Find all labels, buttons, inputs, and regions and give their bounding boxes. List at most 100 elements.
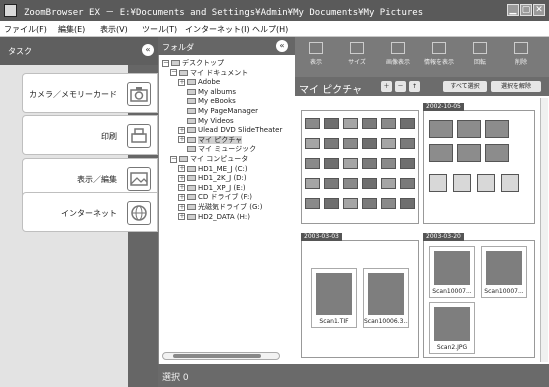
thumbnail[interactable] (305, 158, 320, 169)
up-folder-button[interactable]: ↑ (409, 81, 420, 92)
folder-tree-item[interactable]: ＋ HD2_DATA (H:) (178, 213, 250, 222)
select-all-button[interactable]: すべて選択 (443, 81, 487, 92)
menu-internet[interactable]: インターネット(I) (185, 24, 250, 35)
thumbnail[interactable] (362, 118, 377, 129)
folder-tree-item[interactable]: － デスクトップ (162, 59, 224, 68)
thumbnail[interactable] (305, 118, 320, 129)
folder-tree-item[interactable]: ＋ HD1_2K_J (D:) (178, 174, 247, 183)
folder-tree-item[interactable]: ＋ HD1_ME_J (C:) (178, 165, 248, 174)
collapse-node-icon[interactable]: － (162, 59, 169, 67)
folder-tree-item[interactable]: ＋ 光磁気ドライブ (G:) (178, 203, 262, 212)
task-print-button[interactable]: 印刷 (22, 115, 158, 155)
thumbnail[interactable]: Scan10007... (429, 246, 475, 298)
thumbnail[interactable] (343, 178, 358, 189)
thumbnail[interactable] (485, 144, 509, 162)
thumbnail[interactable] (381, 178, 396, 189)
thumbnail[interactable] (400, 138, 415, 149)
thumbnail[interactable]: Scan2.JPG (429, 302, 475, 354)
thumbnail[interactable]: Scan1.TIF (311, 268, 357, 328)
thumbnail[interactable] (343, 138, 358, 149)
maximize-button[interactable]: ▢ (520, 4, 532, 16)
collapse-node-icon[interactable]: － (170, 155, 177, 163)
toolbar-delete-button[interactable]: 削除 (506, 40, 536, 74)
thumbnail[interactable] (457, 144, 481, 162)
thumbnail[interactable] (343, 118, 358, 129)
thumbnail[interactable] (477, 174, 495, 192)
folder-tree-item[interactable]: ＋ CD ドライブ (F:) (178, 193, 252, 202)
expand-node-icon[interactable]: ＋ (178, 193, 185, 201)
menu-edit[interactable]: 編集(E) (58, 24, 85, 35)
thumbnail[interactable] (362, 198, 377, 209)
toolbar-info-button[interactable]: 情報を表示 (424, 40, 454, 74)
thumbnail[interactable] (362, 158, 377, 169)
expand-node-icon[interactable]: ＋ (178, 213, 185, 221)
collapse-node-icon[interactable]: － (170, 69, 177, 77)
expand-node-icon[interactable]: ＋ (178, 174, 185, 182)
menu-view[interactable]: 表示(V) (100, 24, 128, 35)
minimize-button[interactable]: ▁ (507, 4, 519, 16)
folder-tree-item[interactable]: ＋ Ulead DVD SlideTheater (178, 126, 282, 135)
task-collapse-button[interactable]: « (142, 44, 154, 56)
thumbnail[interactable] (324, 178, 339, 189)
menu-file[interactable]: ファイル(F) (4, 24, 47, 35)
thumbnail[interactable] (429, 144, 453, 162)
expand-node-icon[interactable]: ＋ (178, 126, 185, 134)
thumbnail[interactable]: Scan10007... (481, 246, 527, 298)
thumbnail[interactable] (305, 138, 320, 149)
folder-scroll-thumb[interactable] (173, 354, 261, 358)
thumbnail[interactable] (305, 198, 320, 209)
folder-tree-item[interactable]: My Videos (178, 117, 234, 126)
thumbnail[interactable] (485, 120, 509, 138)
toolbar-rotate-button[interactable]: 回転 (465, 40, 495, 74)
task-internet-button[interactable]: インターネット (22, 192, 158, 232)
thumbnail[interactable] (324, 138, 339, 149)
toolbar-image-view-button[interactable]: 画像表示 (383, 40, 413, 74)
thumbnail[interactable] (324, 118, 339, 129)
thumbnail[interactable] (324, 158, 339, 169)
toolbar-view-mode-button[interactable]: 表示 (301, 40, 331, 74)
thumbnail[interactable] (324, 198, 339, 209)
expand-node-icon[interactable]: ＋ (178, 136, 185, 144)
toolbar-size-button[interactable]: サイズ (342, 40, 372, 74)
folder-scrollbar[interactable] (162, 352, 280, 360)
thumbnail[interactable] (305, 178, 320, 189)
thumbnail[interactable] (400, 178, 415, 189)
thumbnail[interactable] (381, 198, 396, 209)
browser-scrollbar[interactable] (540, 98, 548, 362)
thumbnail[interactable] (343, 198, 358, 209)
thumbnail[interactable] (343, 158, 358, 169)
deselect-all-button[interactable]: 選択を解除 (491, 81, 541, 92)
folder-collapse-button[interactable]: « (276, 40, 288, 52)
zoom-out-button[interactable]: － (395, 81, 406, 92)
thumbnail[interactable] (400, 158, 415, 169)
thumbnail[interactable] (362, 138, 377, 149)
expand-node-icon[interactable]: ＋ (178, 203, 185, 211)
folder-tree-item[interactable]: My albums (178, 88, 236, 97)
close-button[interactable]: ✕ (533, 4, 545, 16)
folder-tree-item[interactable]: ＋ Adobe (178, 78, 220, 87)
expand-node-icon[interactable]: ＋ (178, 184, 185, 192)
menu-tools[interactable]: ツール(T) (142, 24, 177, 35)
folder-tree-item[interactable]: ＋ マイ ピクチャ (178, 135, 243, 145)
thumbnail[interactable] (429, 174, 447, 192)
thumbnail[interactable] (400, 198, 415, 209)
folder-tree-item[interactable]: － マイ ドキュメント (170, 69, 248, 78)
menu-help[interactable]: ヘルプ(H) (252, 24, 288, 35)
thumbnail[interactable]: Scan10006.3... (363, 268, 409, 328)
thumbnail[interactable] (453, 174, 471, 192)
thumbnail[interactable] (381, 158, 396, 169)
thumbnail[interactable] (381, 138, 396, 149)
task-camera-button[interactable]: カメラ／メモリーカード (22, 73, 158, 113)
folder-tree-item[interactable]: － マイ コンピュータ (170, 155, 248, 164)
folder-tree-item[interactable]: マイ ミュージック (178, 145, 256, 154)
thumbnail[interactable] (400, 118, 415, 129)
expand-node-icon[interactable]: ＋ (178, 165, 185, 173)
folder-tree-item[interactable]: ＋ HD1_XP_J (E:) (178, 184, 246, 193)
thumbnail[interactable] (429, 120, 453, 138)
thumbnail[interactable] (457, 120, 481, 138)
expand-node-icon[interactable]: ＋ (178, 78, 185, 86)
thumbnail[interactable] (362, 178, 377, 189)
zoom-in-button[interactable]: ＋ (381, 81, 392, 92)
folder-tree-item[interactable]: My PageManager (178, 107, 258, 116)
thumbnail[interactable] (501, 174, 519, 192)
